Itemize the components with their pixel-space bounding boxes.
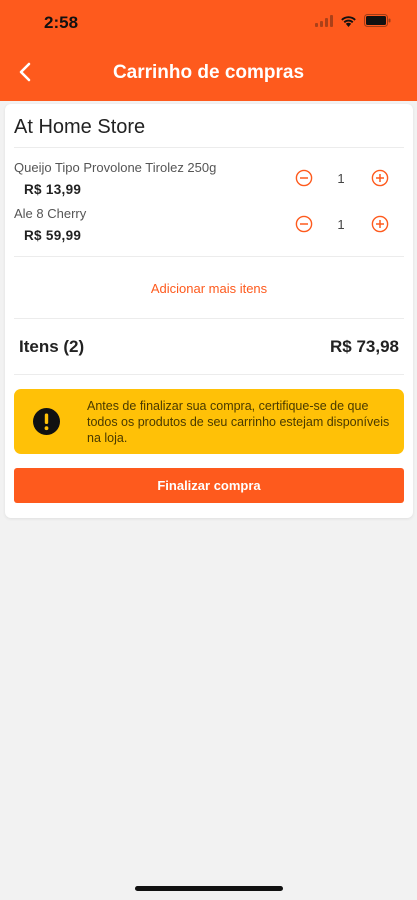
item-name: Ale 8 Cherry	[14, 206, 87, 221]
wifi-icon	[340, 15, 357, 27]
increase-quantity-button[interactable]	[370, 214, 390, 234]
plus-circle-icon	[371, 169, 389, 187]
items-count-label: Itens (2)	[19, 337, 85, 356]
warning-banner: Antes de finalizar sua compra, certifiqu…	[14, 389, 404, 454]
cart-card: At Home Store Queijo Tipo Provolone Tiro…	[5, 104, 413, 518]
checkout-button[interactable]: Finalizar compra	[14, 468, 404, 503]
signal-icon	[315, 14, 333, 27]
app-header: 2:58 Carrinho de compras	[0, 0, 417, 101]
divider	[14, 256, 404, 257]
item-price: R$ 59,99	[24, 228, 82, 243]
home-indicator	[135, 886, 283, 891]
plus-circle-icon	[371, 215, 389, 233]
store-name: At Home Store	[14, 116, 146, 138]
status-icons	[315, 14, 391, 27]
item-name: Queijo Tipo Provolone Tirolez 250g	[14, 160, 217, 175]
nav-bar: Carrinho de compras	[0, 48, 417, 98]
minus-circle-icon	[295, 215, 313, 233]
quantity-value: 1	[337, 171, 345, 186]
divider	[14, 374, 404, 375]
status-bar: 2:58	[0, 0, 417, 46]
battery-icon	[364, 14, 391, 27]
cart-item: Queijo Tipo Provolone Tirolez 250g R$ 13…	[14, 160, 404, 204]
decrease-quantity-button[interactable]	[294, 168, 314, 188]
exclamation-circle-icon	[33, 408, 60, 435]
decrease-quantity-button[interactable]	[294, 214, 314, 234]
minus-circle-icon	[295, 169, 313, 187]
status-time: 2:58	[44, 13, 79, 32]
divider	[14, 147, 404, 148]
add-more-items-link[interactable]: Adicionar mais itens	[5, 281, 413, 296]
page-title: Carrinho de compras	[112, 62, 305, 83]
divider	[14, 318, 404, 319]
cart-item: Ale 8 Cherry R$ 59,99 1	[14, 206, 404, 250]
warning-text: Antes de finalizar sua compra, certifiqu…	[87, 399, 390, 445]
increase-quantity-button[interactable]	[370, 168, 390, 188]
item-price: R$ 13,99	[24, 182, 82, 197]
quantity-value: 1	[337, 217, 345, 232]
cart-total: R$ 73,98	[330, 337, 399, 356]
